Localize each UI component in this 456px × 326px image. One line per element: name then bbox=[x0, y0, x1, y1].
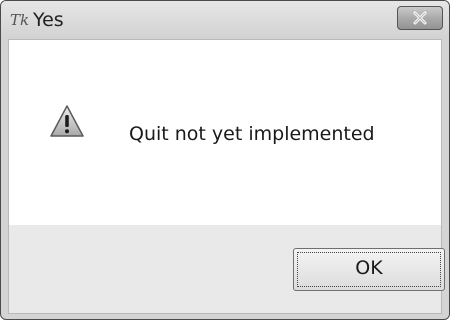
tk-feather-icon: Tk bbox=[10, 11, 30, 29]
title-bar[interactable]: Tk Yes bbox=[1, 1, 449, 39]
dialog-content: Quit not yet implemented bbox=[8, 39, 442, 225]
window-title: Yes bbox=[33, 9, 64, 31]
close-button[interactable] bbox=[397, 6, 443, 30]
message-dialog: Tk Yes Quit not yet implemented OK bbox=[0, 0, 450, 320]
close-icon bbox=[413, 11, 427, 25]
warning-icon bbox=[50, 105, 84, 137]
ok-button[interactable]: OK bbox=[293, 248, 445, 291]
dialog-message: Quit not yet implemented bbox=[129, 123, 375, 145]
button-bar: OK bbox=[8, 225, 445, 314]
